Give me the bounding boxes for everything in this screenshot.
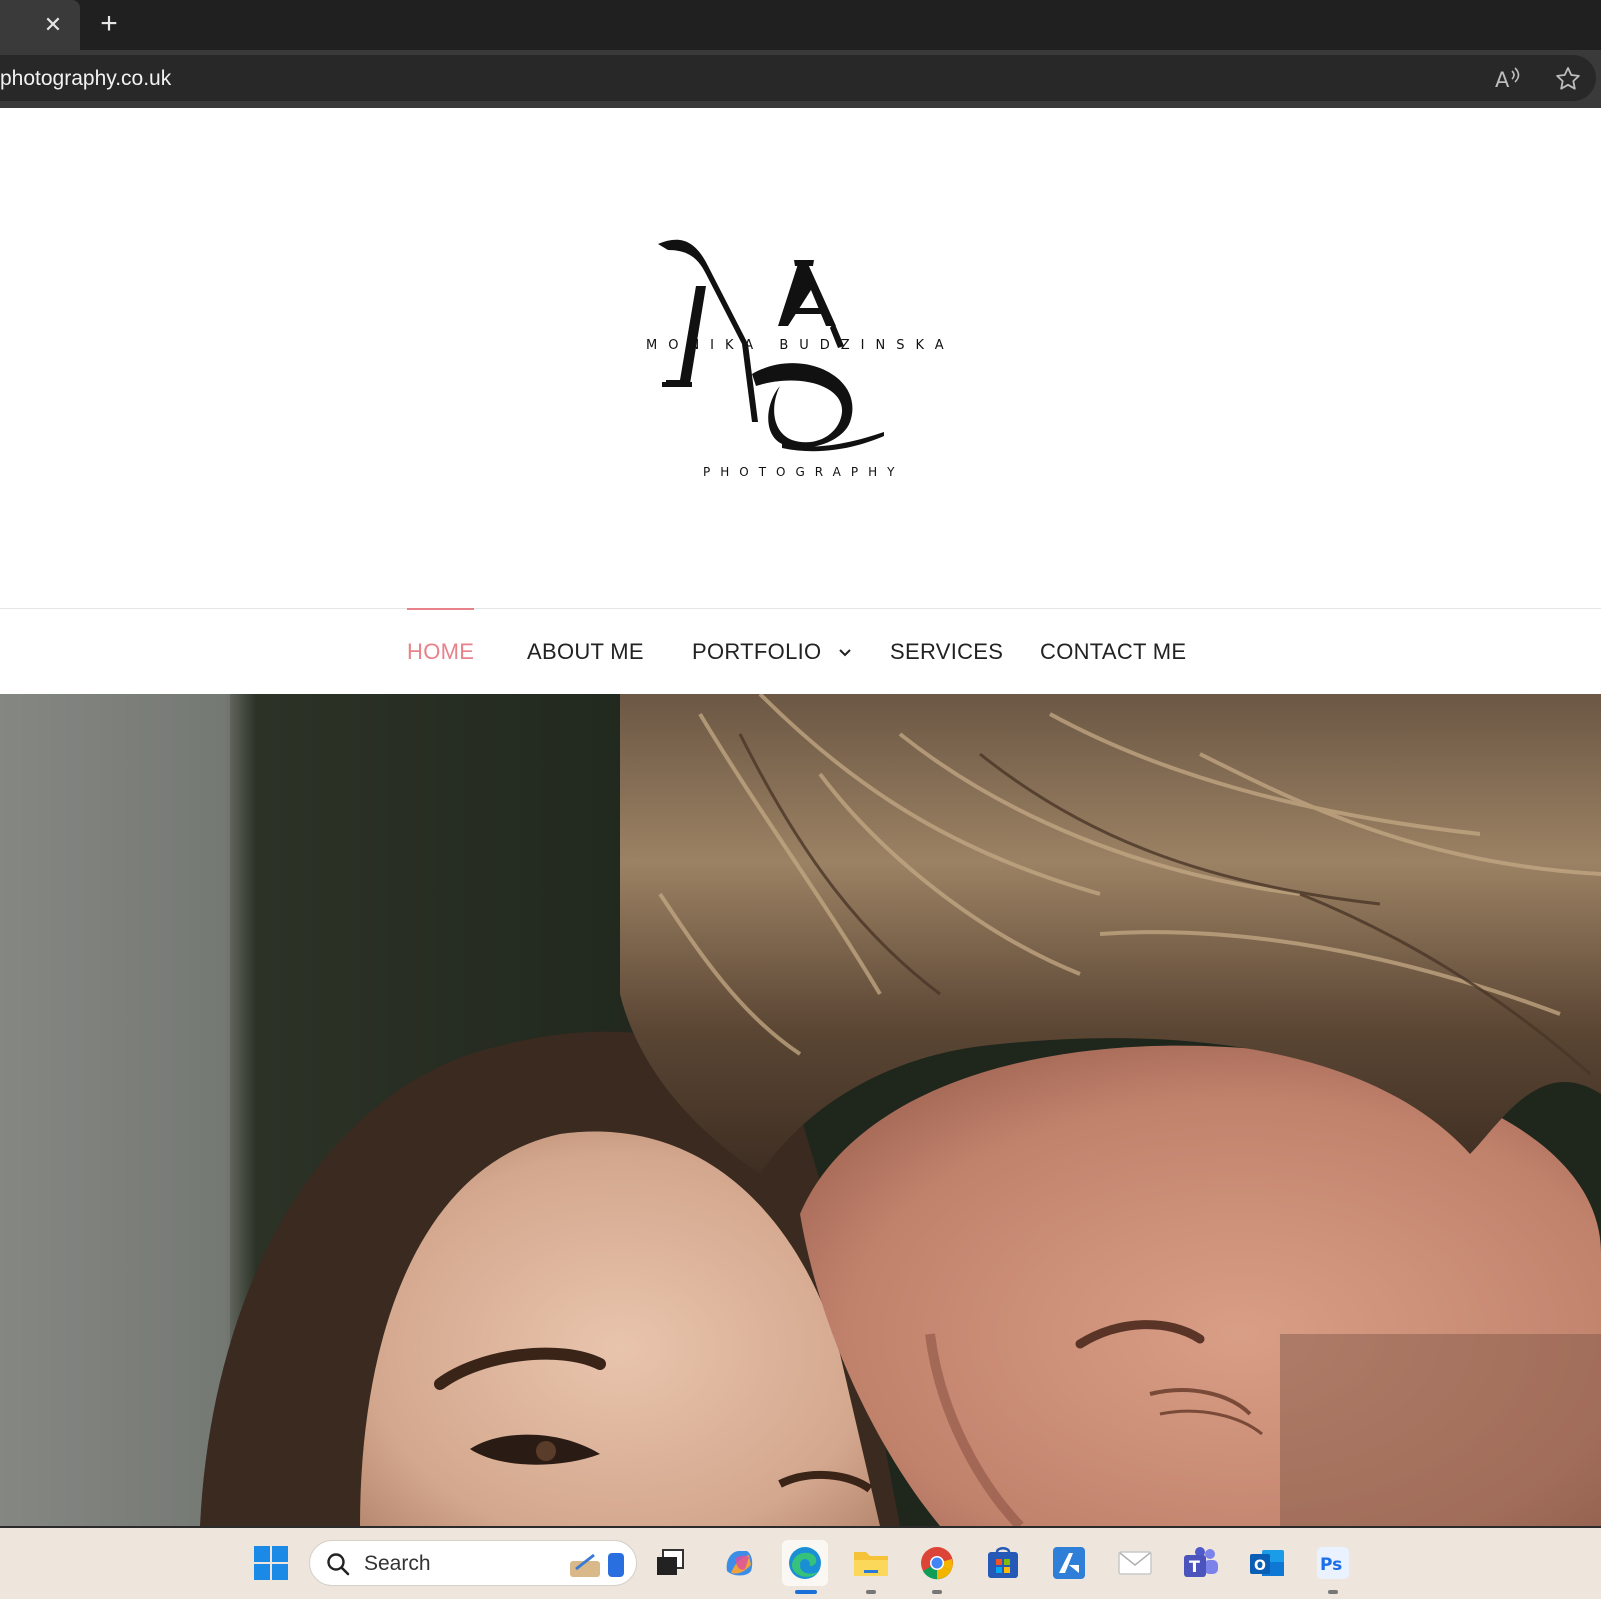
nav-home[interactable]: HOME [407, 608, 475, 695]
photoshop-icon[interactable]: Ps [1310, 1540, 1356, 1594]
taskbar-search-box[interactable]: Search [309, 1540, 637, 1586]
nav-services[interactable]: SERVICES [890, 609, 1003, 695]
toolbar: photography.co.uk A [0, 50, 1601, 108]
store-icon[interactable] [980, 1540, 1026, 1586]
file-explorer-running-indicator [866, 1590, 876, 1594]
mail-icon[interactable] [1112, 1540, 1158, 1586]
read-aloud-icon[interactable]: A [1494, 65, 1524, 93]
nav-contact-me-label: CONTACT ME [1040, 639, 1187, 664]
search-icon [327, 1553, 350, 1576]
chrome-icon[interactable] [914, 1540, 960, 1594]
nav-contact-me[interactable]: CONTACT ME [1040, 609, 1186, 695]
main-nav: HOME ABOUT ME PORTFOLIO SERVICES CONTACT… [0, 608, 1601, 694]
nav-services-label: SERVICES [890, 639, 1004, 664]
nav-about-me-label: ABOUT ME [527, 639, 644, 664]
svg-text:T: T [1189, 1557, 1200, 1576]
new-tab-icon[interactable]: + [94, 9, 124, 40]
edge-active-indicator [795, 1590, 817, 1594]
url-text: photography.co.uk [0, 67, 172, 90]
app-icon[interactable] [1046, 1540, 1092, 1586]
nav-portfolio[interactable]: PORTFOLIO [692, 609, 852, 695]
edge-icon[interactable] [782, 1540, 828, 1594]
copilot-icon[interactable] [716, 1540, 762, 1586]
search-placeholder: Search [364, 1552, 431, 1575]
svg-text:Ps: Ps [1320, 1555, 1342, 1575]
site-header: MONIKA BUDZINSKA PHOTOGRAPHY [0, 108, 1601, 608]
logo-name-text: MONIKA BUDZINSKA [646, 338, 955, 353]
nav-home-label: HOME [407, 639, 475, 664]
hero-photo-illustration [0, 694, 1601, 1526]
nav-portfolio-label: PORTFOLIO [692, 639, 822, 664]
tab-strip: ✕ + [0, 0, 1601, 50]
nav-about-me[interactable]: ABOUT ME [527, 609, 644, 695]
chrome-running-indicator [932, 1590, 942, 1594]
logo-subtitle-text: PHOTOGRAPHY [703, 465, 905, 479]
search-highlight-icon [570, 1553, 624, 1577]
teams-icon[interactable]: T [1178, 1540, 1224, 1586]
photoshop-running-indicator [1328, 1590, 1338, 1594]
close-tab-icon[interactable]: ✕ [40, 12, 66, 38]
chevron-down-icon [839, 649, 851, 657]
taskbar: Search T O Ps [0, 1526, 1601, 1599]
file-explorer-icon[interactable] [848, 1540, 894, 1594]
active-tab[interactable]: ✕ [0, 0, 80, 50]
address-bar[interactable]: photography.co.uk A [0, 55, 1596, 101]
site-logo[interactable] [630, 226, 930, 486]
svg-text:O: O [1254, 1558, 1266, 1574]
task-view-icon[interactable] [647, 1540, 693, 1586]
start-icon[interactable] [248, 1540, 294, 1586]
hero-photo [0, 694, 1601, 1526]
favorite-star-icon[interactable] [1554, 65, 1582, 93]
outlook-icon[interactable]: O [1244, 1540, 1290, 1586]
svg-text:A: A [1495, 68, 1510, 92]
